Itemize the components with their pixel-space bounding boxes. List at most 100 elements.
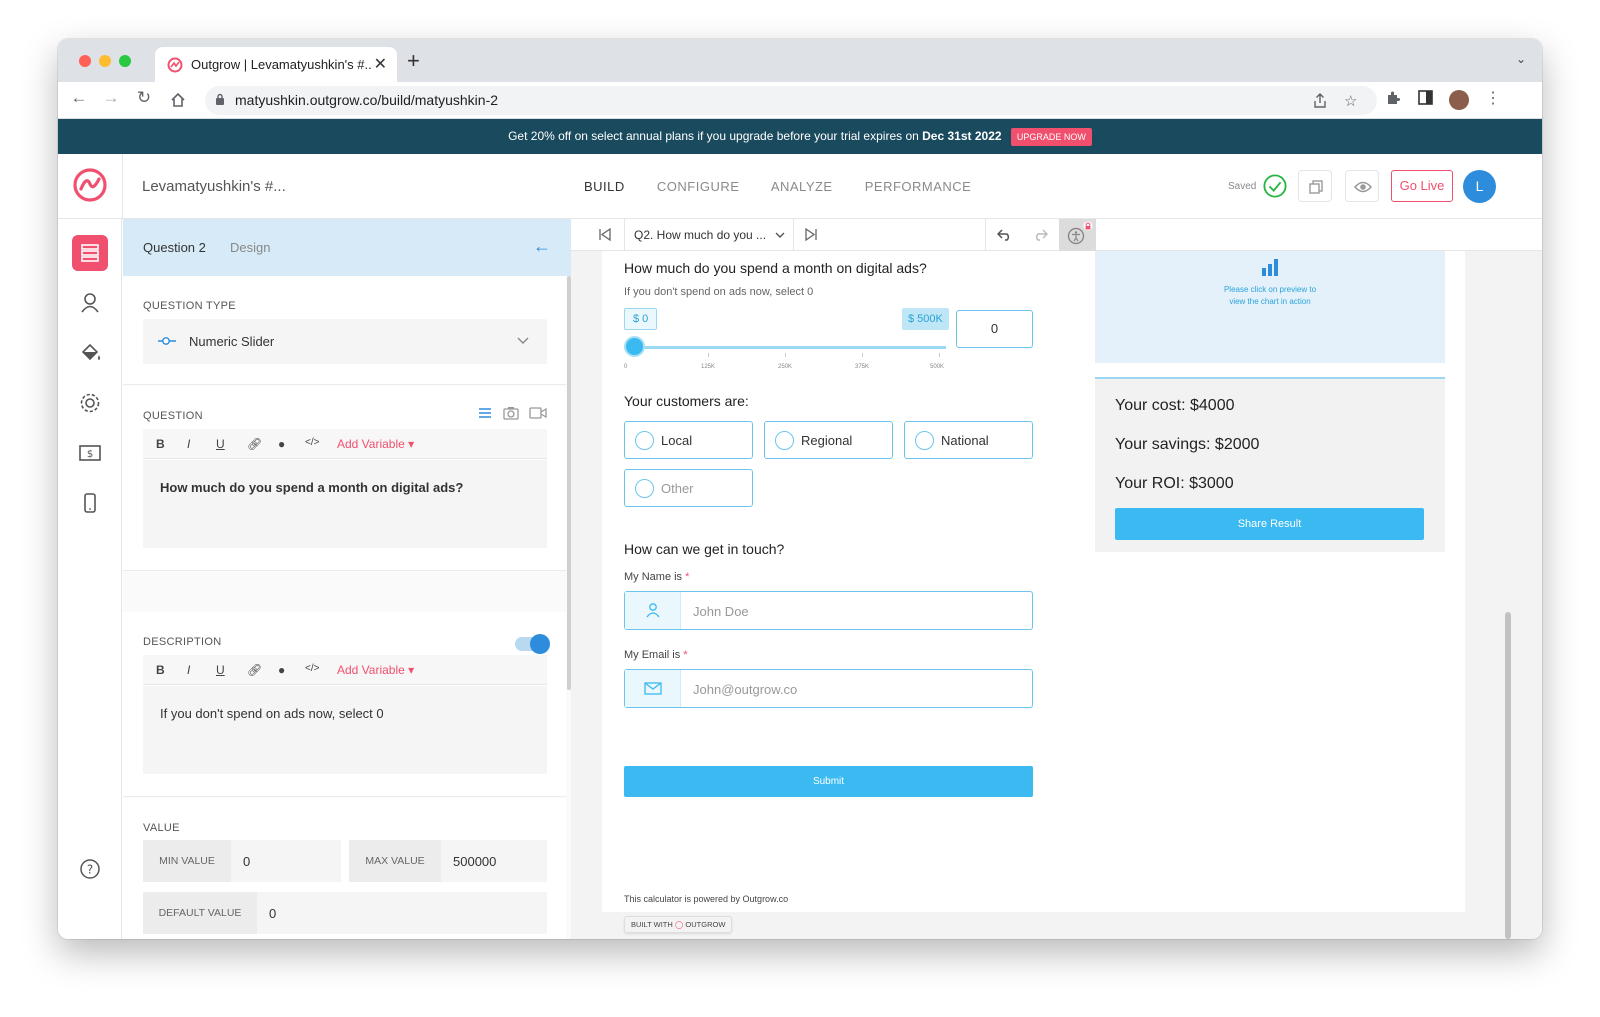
svg-text:?: ?	[87, 863, 93, 877]
italic-button[interactable]: I	[187, 663, 190, 677]
tab-question[interactable]: Question 2	[143, 240, 206, 255]
code-icon[interactable]: </>	[305, 437, 319, 448]
close-window-button[interactable]	[79, 55, 91, 67]
customers-question-title: Your customers are:	[624, 393, 749, 409]
option-national[interactable]: National	[904, 421, 1033, 459]
user-icon	[646, 603, 660, 618]
last-question-icon[interactable]	[805, 228, 817, 241]
link-icon[interactable]: 🔗︎	[247, 437, 262, 451]
forward-arrow-icon[interactable]: →	[100, 88, 122, 108]
extensions-puzzle-icon[interactable]	[1385, 90, 1401, 106]
option-other[interactable]: Other	[624, 469, 753, 507]
add-variable-dropdown[interactable]: Add Variable ▾	[337, 663, 414, 677]
side-panel-icon[interactable]	[1418, 90, 1433, 105]
share-result-button[interactable]: Share Result	[1115, 508, 1424, 540]
sidebar-item-mobile[interactable]	[72, 485, 108, 521]
min-value-field[interactable]: MIN VALUE 0	[143, 840, 341, 882]
tab-design[interactable]: Design	[230, 240, 270, 255]
question-type-select[interactable]: Numeric Slider	[143, 319, 547, 364]
undo-icon[interactable]	[997, 229, 1013, 241]
add-variable-dropdown[interactable]: Add Variable ▾	[337, 437, 414, 451]
app-header: Levamatyushkin's #... BUILD CONFIGURE AN…	[58, 154, 1542, 219]
max-value-field[interactable]: MAX VALUE 500000	[349, 840, 547, 882]
back-arrow-icon[interactable]: ←	[68, 88, 90, 108]
built-with-outgrow-badge[interactable]: BUILT WITH ◯ OUTGROW	[624, 916, 733, 933]
browser-tab[interactable]: Outgrow | Levamatyushkin's #... ✕	[155, 47, 397, 82]
profile-avatar[interactable]	[1449, 90, 1469, 110]
reload-icon[interactable]: ↻	[133, 88, 155, 108]
maximize-window-button[interactable]	[119, 55, 131, 67]
sidebar-item-design[interactable]	[72, 335, 108, 371]
home-icon[interactable]	[167, 92, 189, 108]
slider-knob[interactable]	[624, 336, 645, 357]
outgrow-logo-icon[interactable]	[72, 167, 108, 203]
slider-tick-label: 250K	[778, 364, 793, 370]
option-label: Other	[661, 481, 694, 496]
first-question-icon[interactable]	[599, 228, 611, 241]
nav-configure[interactable]: CONFIGURE	[657, 179, 740, 194]
go-live-button[interactable]: Go Live	[1391, 170, 1453, 202]
redo-icon[interactable]	[1032, 229, 1048, 241]
color-drop-icon[interactable]: ●	[278, 437, 285, 451]
duplicate-button[interactable]	[1298, 170, 1332, 202]
bold-button[interactable]: B	[156, 663, 165, 677]
option-label: National	[941, 433, 989, 448]
preview-button[interactable]	[1345, 170, 1379, 202]
list-icon[interactable]	[478, 407, 492, 419]
question-type-label: QUESTION TYPE	[143, 300, 236, 312]
question-select[interactable]: Q2. How much do you ...	[624, 219, 794, 251]
sidebar-item-pricing[interactable]: $	[72, 435, 108, 471]
description-toggle[interactable]	[515, 634, 550, 654]
sidebar-item-leads[interactable]	[72, 285, 108, 321]
browser-menu-icon[interactable]: ⋮	[1485, 88, 1501, 108]
chart-placeholder: Please click on preview to view the char…	[1095, 251, 1445, 363]
tab-search-chevron-icon[interactable]: ⌄	[1516, 52, 1526, 66]
help-icon: ?	[80, 859, 100, 879]
nav-performance[interactable]: PERFORMANCE	[865, 179, 972, 194]
underline-button[interactable]: U	[216, 663, 225, 677]
bold-button[interactable]: B	[156, 437, 165, 451]
built-with-label: BUILT WITH	[631, 920, 673, 929]
slider-track[interactable]	[624, 346, 946, 349]
nav-build[interactable]: BUILD	[584, 179, 625, 194]
canvas-scrollbar[interactable]	[1505, 612, 1511, 939]
minimize-window-button[interactable]	[99, 55, 111, 67]
bookmark-star-icon[interactable]: ☆	[1344, 92, 1357, 110]
question-select-value: Q2. How much do you ...	[634, 228, 767, 242]
new-tab-icon[interactable]: +	[407, 48, 420, 74]
description-section: DESCRIPTION B I U 🔗︎ ● </> Add Variable …	[123, 612, 566, 797]
underline-button[interactable]: U	[216, 437, 225, 451]
upgrade-now-button[interactable]: UPGRADE NOW	[1010, 127, 1092, 146]
description-text-editor[interactable]: If you don't spend on ads now, select 0	[143, 686, 547, 774]
question-text-editor[interactable]: How much do you spend a month on digital…	[143, 460, 547, 548]
accessibility-button[interactable]	[1059, 219, 1096, 251]
project-name[interactable]: Levamatyushkin's #...	[142, 178, 286, 195]
sidebar-item-help[interactable]: ?	[72, 851, 108, 887]
share-icon[interactable]	[1313, 93, 1327, 109]
submit-button[interactable]: Submit	[624, 766, 1033, 797]
close-tab-icon[interactable]: ✕	[374, 54, 387, 74]
collapse-arrow-icon[interactable]: ←	[533, 236, 551, 257]
option-local[interactable]: Local	[624, 421, 753, 459]
sidebar-item-builder[interactable]	[72, 235, 108, 271]
video-icon[interactable]	[529, 406, 547, 420]
name-input[interactable]: John Doe	[624, 591, 1033, 630]
nav-analyze[interactable]: ANALYZE	[771, 179, 833, 194]
sidebar-item-settings[interactable]	[72, 385, 108, 421]
default-value-field[interactable]: DEFAULT VALUE 0	[143, 892, 547, 934]
code-icon[interactable]: </>	[305, 663, 319, 674]
camera-icon[interactable]	[503, 406, 519, 420]
color-drop-icon[interactable]: ●	[278, 663, 285, 677]
user-avatar[interactable]: L	[1463, 170, 1496, 203]
link-icon[interactable]: 🔗︎	[247, 663, 262, 677]
italic-button[interactable]: I	[187, 437, 190, 451]
option-regional[interactable]: Regional	[764, 421, 893, 459]
slider-value-input[interactable]: 0	[956, 310, 1033, 348]
address-bar[interactable]: matyushkin.outgrow.co/build/matyushkin-2…	[205, 86, 1377, 115]
question-text: How much do you spend a month on digital…	[160, 480, 464, 495]
slider-tick	[785, 353, 786, 357]
accessibility-icon	[1067, 221, 1093, 245]
description-label: DESCRIPTION	[143, 636, 222, 648]
results-panel: Your cost: $4000 Your savings: $2000 You…	[1095, 377, 1445, 552]
email-input[interactable]: John@outgrow.co	[624, 669, 1033, 708]
